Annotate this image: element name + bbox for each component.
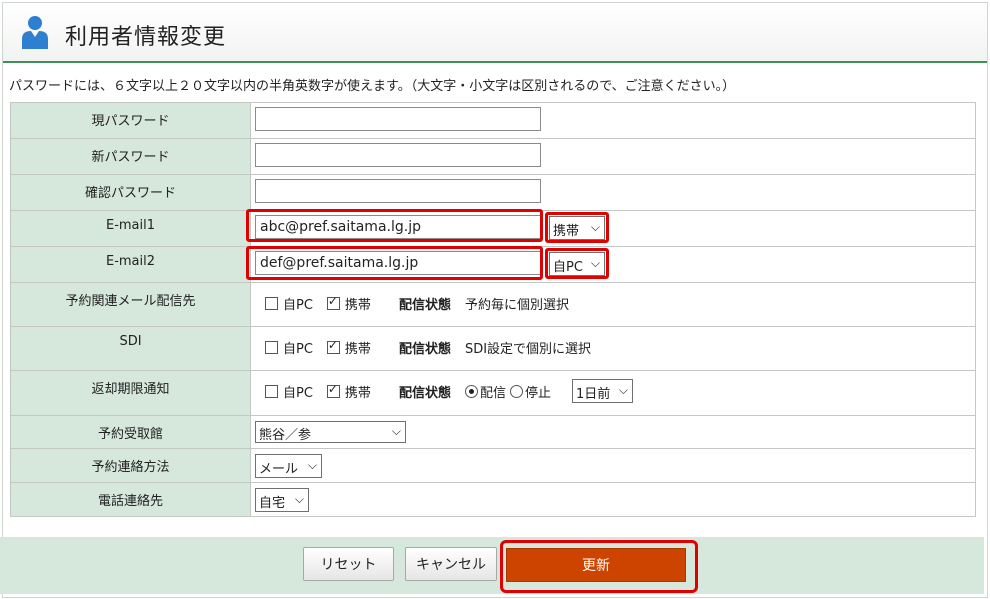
new-password-input[interactable]	[255, 143, 541, 167]
row-confirm-password: 確認パスワード	[10, 174, 976, 211]
chevron-down-icon: ⌵	[391, 424, 401, 438]
user-icon	[22, 16, 48, 49]
label-email2: E-mail2	[10, 246, 251, 283]
sdi-pc-label: 自PC	[283, 342, 313, 357]
reservation-status-label: 配信状態	[398, 298, 451, 313]
current-password-input[interactable]	[255, 107, 541, 131]
row-new-password: 新パスワード	[10, 138, 976, 175]
update-button-highlight	[500, 540, 698, 593]
row-pickup-library: 予約受取館 熊谷／参 ⌵	[10, 415, 976, 449]
row-email2: E-mail2 def@pref.saitama.lg.jp 自PC ⌵	[10, 246, 976, 283]
email1-type-highlight	[545, 212, 609, 243]
row-return-notice: 返却期限通知 自PC 携帯 配信状態 配信 停止 1日前 ⌵	[10, 370, 976, 416]
cancel-button[interactable]: キャンセル	[405, 547, 497, 581]
label-phone-contact: 電話連絡先	[10, 482, 251, 517]
return-radio-stop-label: 停止	[524, 386, 551, 401]
label-sdi: SDI	[10, 326, 251, 371]
phone-contact-value: 自宅	[259, 496, 286, 511]
password-note: パスワードには、６文字以上２０文字以内の半角英数字が使えます。（大文字・小文字は…	[9, 79, 736, 94]
reservation-mobile-label: 携帯	[344, 298, 371, 313]
pickup-library-value: 熊谷／参	[259, 428, 312, 443]
user-info-form: 現パスワード 新パスワード 確認パスワード E-mail1 abc@pref.s…	[10, 102, 976, 517]
page-title: 利用者情報変更	[65, 25, 227, 50]
return-mobile-label: 携帯	[344, 386, 371, 401]
row-current-password: 現パスワード	[10, 102, 976, 139]
row-email1: E-mail1 abc@pref.saitama.lg.jp 携帯 ⌵	[10, 209, 976, 247]
return-radio-deliver[interactable]	[464, 385, 478, 398]
sdi-pc-checkbox[interactable]	[265, 341, 278, 354]
confirm-password-input[interactable]	[255, 179, 541, 203]
row-reservation-mail: 予約関連メール配信先 自PC 携帯 配信状態 予約毎に個別選択	[10, 282, 976, 327]
contact-method-value: メール	[259, 462, 299, 477]
return-days-value: 1日前	[576, 387, 611, 402]
reservation-status-text: 予約毎に個別選択	[464, 298, 569, 313]
reservation-mobile-checkbox[interactable]	[326, 294, 340, 310]
return-radio-stop[interactable]	[509, 385, 523, 398]
label-email1: E-mail1	[10, 210, 251, 247]
row-phone-contact: 電話連絡先 自宅 ⌵	[10, 482, 976, 517]
return-mobile-checkbox[interactable]	[326, 382, 340, 398]
page-header: 利用者情報変更	[3, 3, 987, 63]
reservation-pc-checkbox[interactable]	[265, 297, 278, 310]
chevron-down-icon: ⌵	[307, 458, 317, 472]
row-sdi: SDI 自PC 携帯 配信状態 SDI設定で個別に選択	[10, 326, 976, 371]
sdi-status-text: SDI設定で個別に選択	[464, 342, 592, 357]
chevron-down-icon: ⌵	[294, 492, 304, 506]
return-status-label: 配信状態	[398, 386, 451, 401]
label-pickup-library: 予約受取館	[10, 415, 251, 449]
return-radio-deliver-label: 配信	[479, 386, 506, 401]
label-current-password: 現パスワード	[10, 102, 251, 139]
label-return-notice: 返却期限通知	[10, 370, 251, 416]
row-contact-method: 予約連絡方法 メール ⌵	[10, 448, 976, 483]
email1-highlight	[246, 209, 543, 242]
reservation-pc-label: 自PC	[283, 298, 313, 313]
label-confirm-password: 確認パスワード	[10, 174, 251, 211]
label-contact-method: 予約連絡方法	[10, 448, 251, 483]
email2-highlight	[246, 246, 543, 280]
sdi-status-label: 配信状態	[398, 342, 451, 357]
return-pc-checkbox[interactable]	[265, 385, 278, 398]
return-pc-label: 自PC	[283, 386, 313, 401]
email2-type-highlight	[545, 248, 609, 279]
sdi-mobile-label: 携帯	[344, 342, 371, 357]
label-new-password: 新パスワード	[10, 138, 251, 175]
return-days-select[interactable]: 1日前 ⌵	[572, 379, 633, 403]
pickup-library-select[interactable]: 熊谷／参 ⌵	[255, 421, 406, 443]
phone-contact-select[interactable]: 自宅 ⌵	[255, 488, 309, 512]
label-reservation-mail: 予約関連メール配信先	[10, 282, 251, 327]
reset-button[interactable]: リセット	[303, 547, 394, 581]
sdi-mobile-checkbox[interactable]	[326, 338, 340, 354]
chevron-down-icon: ⌵	[618, 383, 628, 397]
contact-method-select[interactable]: メール ⌵	[255, 454, 322, 478]
